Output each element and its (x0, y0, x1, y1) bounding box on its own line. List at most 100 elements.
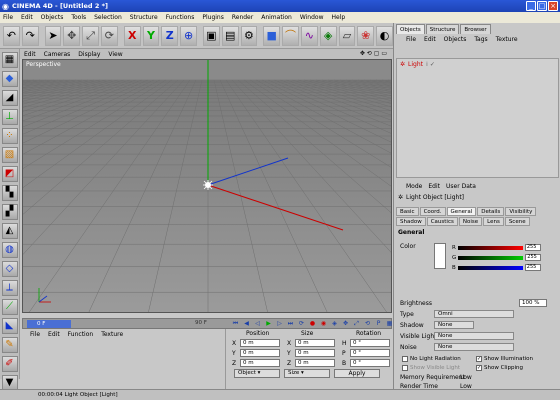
object-list[interactable]: ✲ Light ⁞ ✓ (396, 58, 559, 178)
use-model-tool-icon[interactable]: ▦ (1, 52, 18, 68)
floor-icon[interactable]: ▱ (338, 25, 356, 46)
cube-icon[interactable]: ■ (263, 25, 281, 46)
bend-icon[interactable]: ⌒ (282, 25, 299, 46)
menu-tools[interactable]: Tools (71, 14, 86, 21)
blue-slider[interactable]: B 255 (452, 263, 552, 272)
type-dropdown[interactable]: Omni (434, 310, 514, 318)
am-menu-mode[interactable]: Mode (406, 183, 422, 190)
workplane-icon[interactable]: ◇ (1, 261, 18, 277)
record-icon[interactable]: ● (308, 320, 317, 328)
points-tool-icon[interactable]: ⁘ (1, 128, 18, 144)
redo-icon[interactable]: ↷ (21, 25, 39, 46)
brush-icon[interactable]: ✐ (1, 356, 18, 372)
prev-frame-icon[interactable]: ◁ (253, 320, 262, 328)
tab-scene[interactable]: Scene (504, 217, 530, 226)
menu-edit[interactable]: Edit (21, 14, 33, 21)
brightness-field[interactable]: 100 % (519, 299, 547, 307)
autokey-icon[interactable]: ◉ (319, 320, 328, 328)
checker-icon[interactable]: ▚ (1, 185, 18, 201)
tab-caustics[interactable]: Caustics (426, 217, 458, 226)
mm-menu-texture[interactable]: Texture (101, 331, 123, 338)
menu-animation[interactable]: Animation (261, 14, 292, 21)
am-menu-edit[interactable]: Edit (428, 183, 440, 190)
minimize-button[interactable]: _ (526, 1, 536, 11)
tab-coord[interactable]: Coord. (419, 207, 446, 216)
mm-menu-file[interactable]: File (30, 331, 40, 338)
green-bar[interactable] (458, 255, 524, 260)
size-mode-dropdown[interactable]: Size ▾ (284, 369, 330, 378)
menu-window[interactable]: Window (300, 14, 324, 21)
polygons-tool-icon[interactable]: ◩ (1, 166, 18, 182)
nurbs-icon[interactable]: ◈ (319, 25, 337, 46)
shadow-dropdown[interactable]: None (434, 321, 474, 329)
camera-icon[interactable]: ◐ (376, 25, 393, 46)
red-slider[interactable]: R 255 (452, 243, 552, 252)
close-button[interactable]: × (548, 1, 558, 11)
red-bar[interactable] (457, 245, 523, 250)
render-settings-icon[interactable]: ⚙ (240, 25, 258, 46)
am-menu-user-data[interactable]: User Data (446, 183, 476, 190)
prev-key-icon[interactable]: ◀ (242, 320, 251, 328)
mm-menu-function[interactable]: Function (68, 331, 94, 338)
show-visible-light-checkbox[interactable]: Show Visible Light (402, 365, 460, 371)
viewport-nav-icons[interactable]: ✥ ⟲ ▢ ▭ (360, 50, 387, 57)
undo-icon[interactable]: ↶ (3, 25, 20, 46)
timeline[interactable]: 0 F 90 F ⏮ ◀ ◁ ▶ ▷ ⏭ ⟳ ● ◉ ◈ ✥ ⤢ ⟲ P ▦ (22, 318, 392, 329)
visible-light-dropdown[interactable]: None (434, 332, 514, 340)
om-menu-edit[interactable]: Edit (424, 36, 436, 43)
blue-bar[interactable] (457, 265, 523, 270)
menu-plugins[interactable]: Plugins (202, 14, 224, 21)
no-light-radiation-checkbox[interactable]: No Light Radiation (402, 356, 461, 362)
menu-render[interactable]: Render (232, 14, 253, 21)
checkbox-box[interactable]: ✓ (476, 365, 482, 371)
viewport-menu-display[interactable]: Display (78, 51, 100, 58)
goto-end-icon[interactable]: ⏭ (286, 320, 295, 328)
size-y-field[interactable]: 0 m (295, 349, 335, 357)
y-axis-icon[interactable]: Y (142, 25, 160, 46)
use-axis-tool-icon[interactable]: ⊥ (1, 109, 18, 125)
viewport[interactable]: Perspective (22, 59, 392, 313)
use-object-tool-icon[interactable]: ◆ (1, 71, 18, 87)
x-axis-icon[interactable]: X (123, 25, 141, 46)
mm-menu-edit[interactable]: Edit (48, 331, 60, 338)
motion-icon[interactable]: ✥ (341, 320, 350, 328)
tab-shadow[interactable]: Shadow (396, 217, 426, 226)
checkbox-box[interactable] (402, 356, 408, 362)
tab-lens[interactable]: Lens (483, 217, 504, 226)
red-value[interactable]: 255 (524, 244, 541, 251)
menu-file[interactable]: File (3, 14, 13, 21)
green-slider[interactable]: G 255 (452, 253, 552, 262)
quantize-icon[interactable]: ⟋ (1, 299, 18, 315)
paint-icon[interactable]: ✎ (1, 337, 18, 353)
color-swatch[interactable] (434, 243, 446, 269)
position-y-field[interactable]: 0 m (240, 349, 280, 357)
size-z-field[interactable]: 0 m (295, 359, 335, 367)
scale-icon[interactable]: ⤢ (82, 25, 99, 46)
snap-icon[interactable]: ◍ (1, 242, 18, 258)
axis-lock-icon[interactable]: ⟂ (1, 280, 18, 296)
scale-key-icon[interactable]: ⤢ (352, 320, 361, 328)
next-frame-icon[interactable]: ▷ (275, 320, 284, 328)
arrow-icon[interactable]: ➤ (44, 25, 62, 46)
render-picture-viewer-icon[interactable]: ▤ (221, 25, 239, 46)
show-clipping-checkbox[interactable]: ✓ Show Clipping (476, 365, 523, 371)
om-menu-file[interactable]: File (406, 36, 416, 43)
goto-start-icon[interactable]: ⏮ (231, 320, 240, 328)
size-x-field[interactable]: 0 m (295, 339, 335, 347)
scene-icon[interactable]: ❀ (357, 25, 375, 46)
position-z-field[interactable]: 0 m (240, 359, 280, 367)
object-item-light[interactable]: ✲ Light ⁞ ✓ (400, 61, 435, 68)
menu-functions[interactable]: Functions (166, 14, 195, 21)
play-icon[interactable]: ▶ (264, 320, 273, 328)
render-view-icon[interactable]: ▣ (202, 25, 220, 46)
sculpt-icon[interactable]: ◣ (1, 318, 18, 334)
om-menu-tags[interactable]: Tags (474, 36, 487, 43)
om-menu-texture[interactable]: Texture (496, 36, 518, 43)
tab-noise[interactable]: Noise (458, 217, 483, 226)
viewport-menu-cameras[interactable]: Cameras (44, 51, 71, 58)
viewport-menu-view[interactable]: View (108, 51, 122, 58)
tab-general[interactable]: General (446, 207, 477, 216)
animation-icon[interactable]: ◭ (1, 223, 18, 239)
tab-details[interactable]: Details (477, 207, 505, 216)
use-texture-tool-icon[interactable]: ◢ (1, 90, 18, 106)
